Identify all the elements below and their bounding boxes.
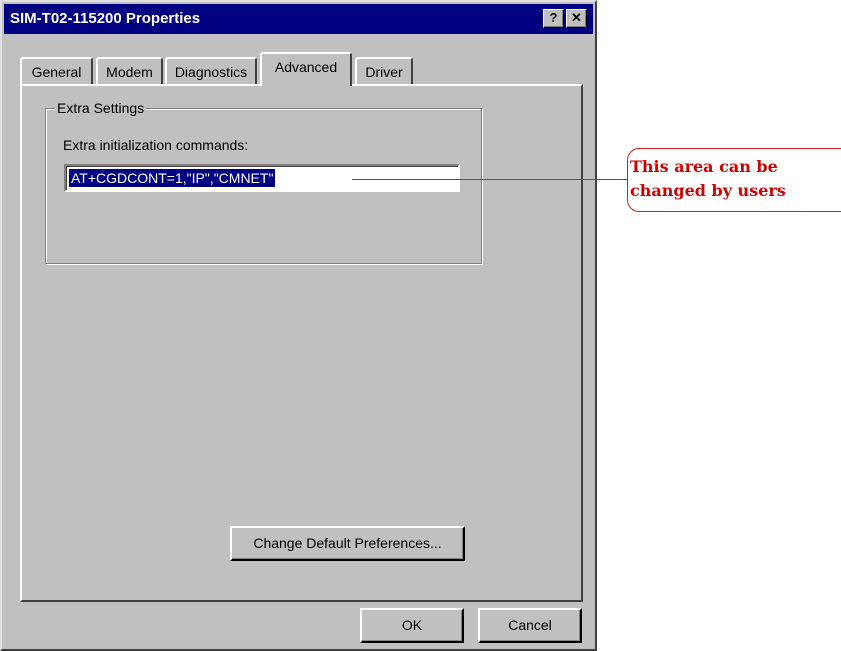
change-default-preferences-button[interactable]: Change Default Preferences... [230,526,465,561]
extra-init-commands-label: Extra initialization commands: [63,137,249,153]
tab-diagnostics[interactable]: Diagnostics [165,57,257,84]
help-button[interactable]: ? [543,9,564,28]
tab-label: Driver [365,64,403,80]
group-title: Extra Settings [55,100,147,116]
tab-driver[interactable]: Driver [355,57,413,84]
title-bar[interactable]: SIM-T02-115200 Properties ? ✕ [4,4,593,34]
window-title: SIM-T02-115200 Properties [10,10,201,27]
close-button[interactable]: ✕ [566,9,587,28]
tab-modem[interactable]: Modem [96,57,163,84]
annotation-callout: This area can be changed by users [627,148,841,212]
tab-label: Modem [106,64,153,80]
ok-button[interactable]: OK [360,608,464,643]
cancel-button[interactable]: Cancel [478,608,582,643]
close-icon: ✕ [571,10,582,25]
tab-label: Advanced [274,59,338,75]
tab-advanced[interactable]: Advanced [260,52,352,86]
tab-label: Diagnostics [174,64,248,80]
annotation-line-1: This area can be [630,157,778,176]
callout-pointer-line [352,179,628,180]
extra-init-commands-input[interactable]: AT+CGDCONT=1,"IP","CMNET" [64,164,460,192]
tab-general[interactable]: General [20,57,93,84]
tab-label: General [31,64,82,80]
selected-text: AT+CGDCONT=1,"IP","CMNET" [69,169,276,187]
annotation-line-2: changed by users [630,181,786,200]
help-icon: ? [549,10,558,25]
